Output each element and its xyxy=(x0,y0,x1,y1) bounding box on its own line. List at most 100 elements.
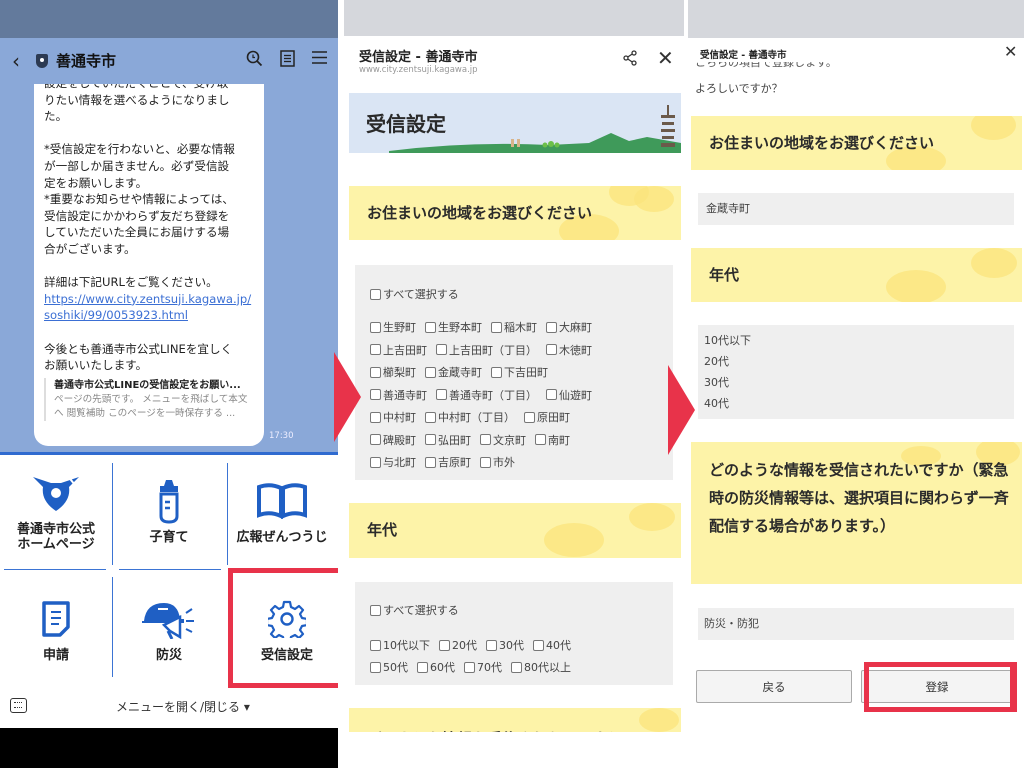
message-link[interactable]: https://www.city.zentsuji.kagawa.jp/sosh… xyxy=(44,291,254,324)
age-values-box: 10代以下 20代 30代 40代 xyxy=(698,325,1014,419)
option-checkbox[interactable]: 善通寺町（丁目） xyxy=(436,387,537,403)
grid-divider xyxy=(112,463,113,565)
age-heading-text: 年代 xyxy=(709,266,740,284)
back-icon[interactable]: ‹ xyxy=(12,49,20,73)
baby-bottle-icon xyxy=(154,478,184,524)
age-heading-area: 年代 xyxy=(349,503,681,558)
rich-menu-label: 防災 xyxy=(155,647,182,663)
option-checkbox[interactable]: 櫛梨町 xyxy=(370,364,416,380)
checkbox-row: 与北町 吉原町 市外 xyxy=(370,451,524,473)
option-checkbox[interactable]: 弘田町 xyxy=(425,432,471,448)
option-checkbox[interactable]: 70代 xyxy=(464,659,502,675)
rich-menu-label: 申請 xyxy=(42,647,69,663)
option-checkbox[interactable]: 稲木町 xyxy=(491,319,537,335)
confirm-panel: 受信設定 - 善通寺市 ✕ こちらの項目で登録します。 よろしいですか？ お住ま… xyxy=(688,0,1024,768)
area-checkbox-group: すべて選択する 生野町 生野本町 稲木町 大麻町上吉田町 上吉田町（丁目） 木徳町櫛梨町金… xyxy=(355,265,673,480)
grid-divider xyxy=(112,577,113,677)
checkbox-row: 善通寺町 善通寺町（丁目） 仙遊町 xyxy=(370,384,601,406)
info-heading: どのような情報を受信されたいですか（緊急時の防災情報等は、選択項目に関わらず一斉… xyxy=(691,442,1022,584)
rich-menu-homepage[interactable]: 善通寺市公式 ホームページ xyxy=(0,455,112,567)
age-checkbox-group: すべて選択する 10代以下 20代 30代 40代 50代 60代 70代 80代以上 xyxy=(355,582,673,685)
option-checkbox[interactable]: 木徳町 xyxy=(546,342,592,358)
status-bar xyxy=(0,0,338,38)
rich-menu-label: 子育て xyxy=(149,529,189,545)
notes-icon[interactable] xyxy=(280,50,295,72)
menu-bar: メニューを開く/閉じる ▾ xyxy=(0,690,338,724)
close-icon[interactable]: ✕ xyxy=(657,46,674,70)
keyboard-icon[interactable] xyxy=(10,698,27,713)
rich-menu-application[interactable]: 申請 xyxy=(0,573,112,685)
rich-menu-childcare[interactable]: 子育て xyxy=(113,455,225,567)
option-checkbox[interactable]: 生野町 xyxy=(370,319,416,335)
link-preview-title: 善通寺市公式LINEの受信設定をお願い... xyxy=(54,379,241,391)
age-select-all-checkbox[interactable]: すべて選択する xyxy=(370,602,459,618)
step-arrow-icon xyxy=(334,352,361,442)
option-checkbox[interactable]: 金蔵寺町 xyxy=(425,364,482,380)
option-checkbox[interactable]: 20代 xyxy=(439,637,477,653)
checkbox-row: 生野町 生野本町 稲木町 大麻町 xyxy=(370,316,601,338)
link-preview[interactable]: 善通寺市公式LINEの受信設定をお願い... ページの先頭です。 メニューを飛ば… xyxy=(44,377,254,421)
option-checkbox[interactable]: 10代以下 xyxy=(370,637,430,653)
confirm-question: よろしいですか？ xyxy=(695,82,783,95)
option-checkbox[interactable]: 仙遊町 xyxy=(546,387,592,403)
message-bubble: 設定をしていただくことで、受け取 りたい情報を選べるようになりまし た。 *受信… xyxy=(34,84,264,446)
option-checkbox[interactable]: 40代 xyxy=(533,637,571,653)
back-button[interactable]: 戻る xyxy=(696,670,852,703)
option-checkbox[interactable]: 碑殿町 xyxy=(370,432,416,448)
document-icon xyxy=(41,596,71,642)
checkbox-row: 櫛梨町 金蔵寺町 下吉田町 xyxy=(370,361,557,383)
option-checkbox[interactable]: 60代 xyxy=(417,659,455,675)
chat-area: ‹ 善通寺市 設定をしていただくことで、受け取 りたい情報を選べるようになりまし… xyxy=(0,38,338,452)
option-checkbox[interactable]: 30代 xyxy=(486,637,524,653)
hero-banner: 受信設定 xyxy=(349,93,681,153)
page-title: 受信設定 - 善通寺市 xyxy=(700,50,787,61)
option-checkbox[interactable]: 80代以上 xyxy=(511,659,571,675)
option-checkbox[interactable]: 中村町（丁目） xyxy=(425,409,515,425)
option-checkbox[interactable]: 吉原町 xyxy=(425,454,471,470)
area-value: 金蔵寺町 xyxy=(706,202,750,215)
option-checkbox[interactable]: 市外 xyxy=(480,454,515,470)
age-value: 10代以下 xyxy=(704,334,751,347)
grid-divider xyxy=(227,463,228,565)
line-chat-panel: ‹ 善通寺市 設定をしていただくことで、受け取 りたい情報を選べるようになりまし… xyxy=(0,0,338,768)
option-checkbox[interactable]: 生野本町 xyxy=(425,319,482,335)
page-title: 受信設定 - 善通寺市 xyxy=(359,50,478,65)
rich-menu-newsletter[interactable]: 広報ぜんつうじ xyxy=(226,455,338,567)
age-heading: 年代 xyxy=(691,248,1022,302)
official-account-badge-icon xyxy=(36,54,48,68)
option-checkbox[interactable]: 下吉田町 xyxy=(491,364,548,380)
select-all-row: すべて選択する xyxy=(370,283,468,305)
open-book-icon xyxy=(256,478,308,524)
rich-menu-disaster[interactable]: 防災 xyxy=(113,573,225,685)
select-all-checkbox[interactable]: すべて選択する xyxy=(370,286,459,302)
highlight-box xyxy=(228,568,338,688)
hero-title: 受信設定 xyxy=(366,112,446,136)
section-heading-text: お住まいの地域をお選びください xyxy=(367,204,593,222)
search-icon[interactable] xyxy=(246,50,263,72)
option-checkbox[interactable]: 上吉田町 xyxy=(370,342,427,358)
option-checkbox[interactable]: 大麻町 xyxy=(546,319,592,335)
checkbox-row: 碑殿町 弘田町 文京町 南町 xyxy=(370,429,579,451)
status-bar xyxy=(688,0,1024,38)
highlight-box xyxy=(864,662,1017,712)
rich-menu-label: 善通寺市公式 ホームページ xyxy=(16,522,95,552)
age-value: 30代 xyxy=(704,376,729,389)
option-checkbox[interactable]: 50代 xyxy=(370,659,408,675)
menu-icon[interactable] xyxy=(312,50,327,70)
share-icon[interactable] xyxy=(622,50,638,70)
grid-divider xyxy=(4,569,106,570)
option-checkbox[interactable]: 上吉田町（丁目） xyxy=(436,342,537,358)
option-checkbox[interactable]: 善通寺町 xyxy=(370,387,427,403)
info-value: 防災・防犯 xyxy=(704,617,759,630)
info-heading-text: どのような情報を受信されたいですか（緊急時の防災情報等は、選択項目に関わらず一斉… xyxy=(709,461,1009,535)
option-checkbox[interactable]: 文京町 xyxy=(480,432,526,448)
option-checkbox[interactable]: 南町 xyxy=(535,432,570,448)
option-checkbox[interactable]: 与北町 xyxy=(370,454,416,470)
close-icon[interactable]: ✕ xyxy=(1004,42,1017,61)
option-checkbox[interactable]: 原田町 xyxy=(524,409,570,425)
message-closing: 今後とも善通寺市公式LINEを宜しく お願いいたします。 xyxy=(44,341,233,373)
menu-toggle-button[interactable]: メニューを開く/閉じる ▾ xyxy=(116,698,250,715)
option-checkbox[interactable]: 中村町 xyxy=(370,409,416,425)
rich-menu-label: 広報ぜんつうじ xyxy=(236,529,328,545)
info-heading-text: どのような情報を受信されたいですか xyxy=(367,728,622,732)
